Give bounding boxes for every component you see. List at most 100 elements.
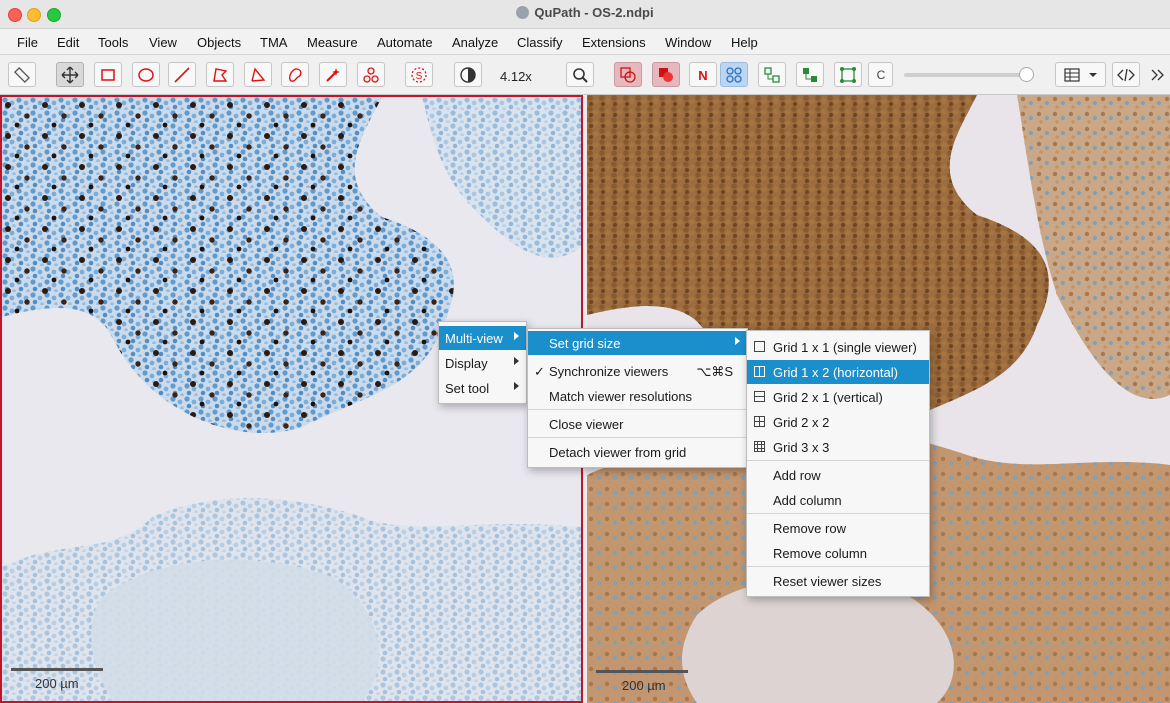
menu-measure[interactable]: Measure xyxy=(307,35,358,50)
menu-item-remove-row[interactable]: Remove row xyxy=(747,516,929,540)
menu-item-synchronize-viewers[interactable]: ✓ Synchronize viewers ⌥⌘S xyxy=(528,359,747,383)
menu-item-detach-viewer[interactable]: Detach viewer from grid xyxy=(528,440,747,464)
menu-item-label: Set grid size xyxy=(549,336,621,351)
menu-separator xyxy=(747,566,929,567)
context-item-multi-view[interactable]: Multi-view xyxy=(439,326,526,350)
measure-tool-button[interactable] xyxy=(8,62,36,87)
line-icon xyxy=(174,67,190,83)
menu-item-label: Grid 2 x 1 (vertical) xyxy=(773,390,883,405)
move-tool-button[interactable] xyxy=(56,62,84,87)
opacity-slider-thumb[interactable] xyxy=(1018,67,1034,82)
menu-item-close-viewer[interactable]: Close viewer xyxy=(528,412,747,436)
ellipse-tool-button[interactable] xyxy=(132,62,160,87)
show-tma-grid-button[interactable] xyxy=(720,62,748,87)
submenu-arrow-icon xyxy=(514,382,519,390)
rectangle-tool-button[interactable] xyxy=(94,62,122,87)
menu-file[interactable]: File xyxy=(17,35,38,50)
menu-separator xyxy=(528,437,747,438)
show-annotations-button[interactable] xyxy=(614,62,642,87)
submenu-arrow-icon xyxy=(735,337,740,345)
zoom-to-fit-button[interactable] xyxy=(566,62,594,87)
menu-item-label: Grid 2 x 2 xyxy=(773,415,830,430)
menu-item-label: Grid 1 x 1 (single viewer) xyxy=(773,340,917,355)
context-item-label: Set tool xyxy=(445,381,490,396)
script-editor-button[interactable] xyxy=(1112,62,1140,87)
multiview-submenu: Set grid size ✓ Synchronize viewers ⌥⌘S … xyxy=(527,328,748,468)
pixel-classification-icon xyxy=(840,67,856,83)
magnifier-icon xyxy=(573,68,588,83)
brush-icon xyxy=(288,68,302,82)
grid-2x1-icon xyxy=(754,391,765,402)
brightness-contrast-button[interactable] xyxy=(454,62,482,87)
measurement-table-dropdown[interactable] xyxy=(1055,62,1106,87)
qupath-logo-icon xyxy=(516,6,530,19)
context-item-display[interactable]: Display xyxy=(439,351,526,375)
brush-tool-button[interactable] xyxy=(281,62,309,87)
show-names-button[interactable]: N xyxy=(689,62,717,87)
grid-1x2-icon xyxy=(754,366,765,377)
menu-item-label: Close viewer xyxy=(549,417,624,432)
polyline-tool-button[interactable] xyxy=(244,62,272,87)
toolbar-overflow-icon[interactable] xyxy=(1150,67,1166,83)
menu-separator xyxy=(528,409,747,410)
menu-tma[interactable]: TMA xyxy=(260,35,287,50)
menu-item-grid-1x1[interactable]: Grid 1 x 1 (single viewer) xyxy=(747,335,929,359)
menu-bar: File Edit Tools View Objects TMA Measure… xyxy=(0,29,1170,55)
fill-detections-button[interactable] xyxy=(796,62,824,87)
menu-item-label: Detach viewer from grid xyxy=(549,445,687,460)
svg-text:S: S xyxy=(416,71,423,82)
grid-1x1-icon xyxy=(754,341,765,352)
context-item-label: Display xyxy=(445,356,488,371)
menu-window[interactable]: Window xyxy=(665,35,711,50)
points-tool-button[interactable] xyxy=(357,62,385,87)
menu-view[interactable]: View xyxy=(149,35,177,50)
move-icon xyxy=(61,66,79,84)
menu-item-label: Grid 1 x 2 (horizontal) xyxy=(773,365,898,380)
selection-mode-button[interactable]: S xyxy=(405,62,433,87)
left-scale-bar xyxy=(11,668,103,671)
wand-tool-button[interactable] xyxy=(319,62,347,87)
c-icon: C xyxy=(877,68,886,82)
fill-annotations-icon xyxy=(659,68,673,82)
selection-mode-icon: S xyxy=(411,67,427,83)
names-icon: N xyxy=(698,68,707,83)
menu-item-remove-column[interactable]: Remove column xyxy=(747,541,929,565)
menu-item-grid-2x2[interactable]: Grid 2 x 2 xyxy=(747,410,929,434)
menu-help[interactable]: Help xyxy=(731,35,758,50)
menu-item-label: Reset viewer sizes xyxy=(773,574,882,589)
menu-analyze[interactable]: Analyze xyxy=(452,35,498,50)
menu-item-grid-1x2[interactable]: Grid 1 x 2 (horizontal) xyxy=(747,360,929,384)
menu-item-grid-2x1[interactable]: Grid 2 x 1 (vertical) xyxy=(747,385,929,409)
menu-tools[interactable]: Tools xyxy=(98,35,128,50)
menu-item-match-viewer-resolutions[interactable]: Match viewer resolutions xyxy=(528,384,747,408)
opacity-slider[interactable] xyxy=(904,73,1032,77)
menu-edit[interactable]: Edit xyxy=(57,35,79,50)
menu-item-label: Add column xyxy=(773,493,842,508)
menu-item-set-grid-size[interactable]: Set grid size xyxy=(528,331,747,355)
menu-objects[interactable]: Objects xyxy=(197,35,241,50)
window-title: QuPath - OS-2.ndpi xyxy=(0,5,1170,20)
show-detections-button[interactable] xyxy=(758,62,786,87)
menu-item-label: Synchronize viewers xyxy=(549,364,669,379)
show-cell-boundaries-button[interactable]: C xyxy=(868,62,893,87)
annotations-icon xyxy=(620,67,636,83)
menu-item-grid-3x3[interactable]: Grid 3 x 3 xyxy=(747,435,929,459)
menu-extensions[interactable]: Extensions xyxy=(582,35,646,50)
menu-item-reset-viewer-sizes[interactable]: Reset viewer sizes xyxy=(747,569,929,593)
zoom-level: 4.12x xyxy=(500,69,532,84)
context-item-label: Multi-view xyxy=(445,331,503,346)
menu-item-add-column[interactable]: Add column xyxy=(747,488,929,512)
grid-3x3-icon xyxy=(754,441,765,452)
menu-automate[interactable]: Automate xyxy=(377,35,433,50)
menu-item-shortcut: ⌥⌘S xyxy=(696,364,733,379)
window-title-text: QuPath - OS-2.ndpi xyxy=(534,5,654,20)
line-tool-button[interactable] xyxy=(168,62,196,87)
polygon-tool-button[interactable] xyxy=(206,62,234,87)
context-item-set-tool[interactable]: Set tool xyxy=(439,376,526,400)
context-menu: Multi-view Display Set tool xyxy=(438,321,527,404)
fill-annotations-button[interactable] xyxy=(652,62,680,87)
show-pixel-classification-button[interactable] xyxy=(834,62,862,87)
menu-classify[interactable]: Classify xyxy=(517,35,563,50)
title-bar: QuPath - OS-2.ndpi xyxy=(0,0,1170,29)
menu-item-add-row[interactable]: Add row xyxy=(747,463,929,487)
